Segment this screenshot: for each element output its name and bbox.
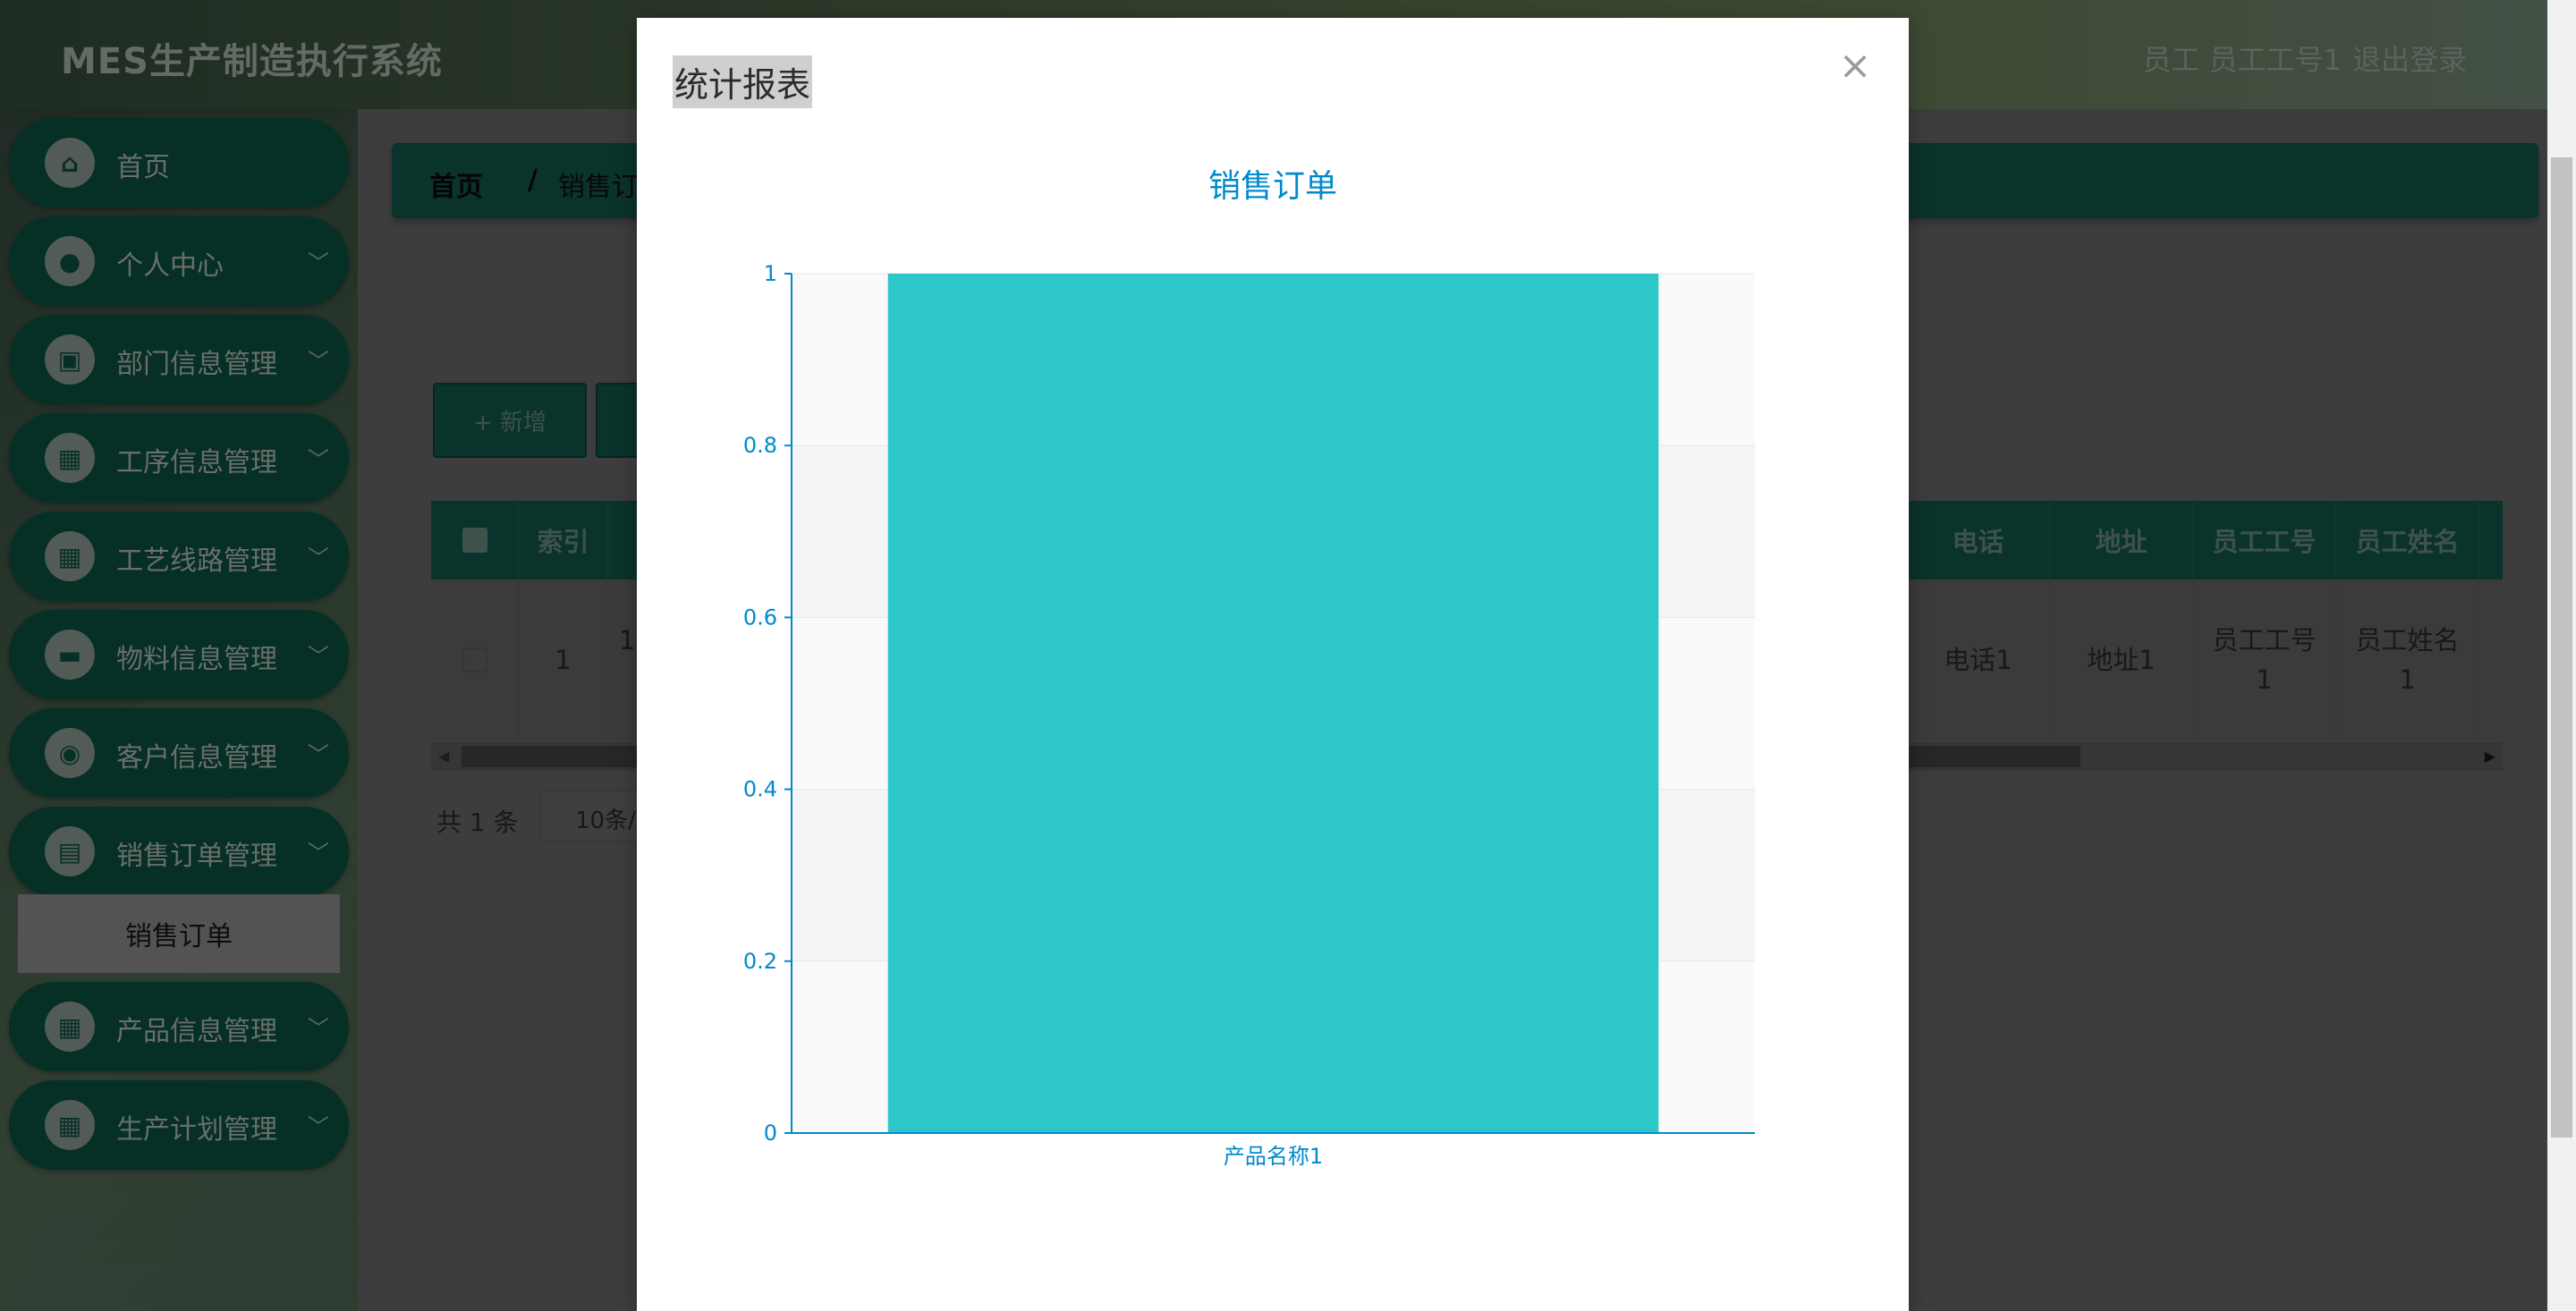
y-tick-label: 0.2 [743,949,777,974]
y-tick-label: 0.8 [743,433,777,458]
scrollbar-thumb[interactable] [2551,157,2572,1138]
y-tick-label: 1 [764,261,777,286]
y-tick-label: 0 [764,1121,777,1146]
statistics-modal: 统计报表 × 销售订单 产品名称1 0 0.2 0.4 0.6 0.8 1 [637,18,1909,1311]
bar-layer [887,274,1659,1133]
bar [887,274,1659,1133]
x-tick-label: 产品名称1 [1224,1144,1323,1169]
y-tick-label: 0.6 [743,605,777,630]
y-tick-label: 0.4 [743,777,777,802]
bar-chart: 销售订单 产品名称1 0 0.2 0.4 0.6 0.8 1 [743,168,1755,1169]
chart-title: 销售订单 [1208,168,1337,205]
vertical-scrollbar[interactable] [2547,0,2576,1311]
